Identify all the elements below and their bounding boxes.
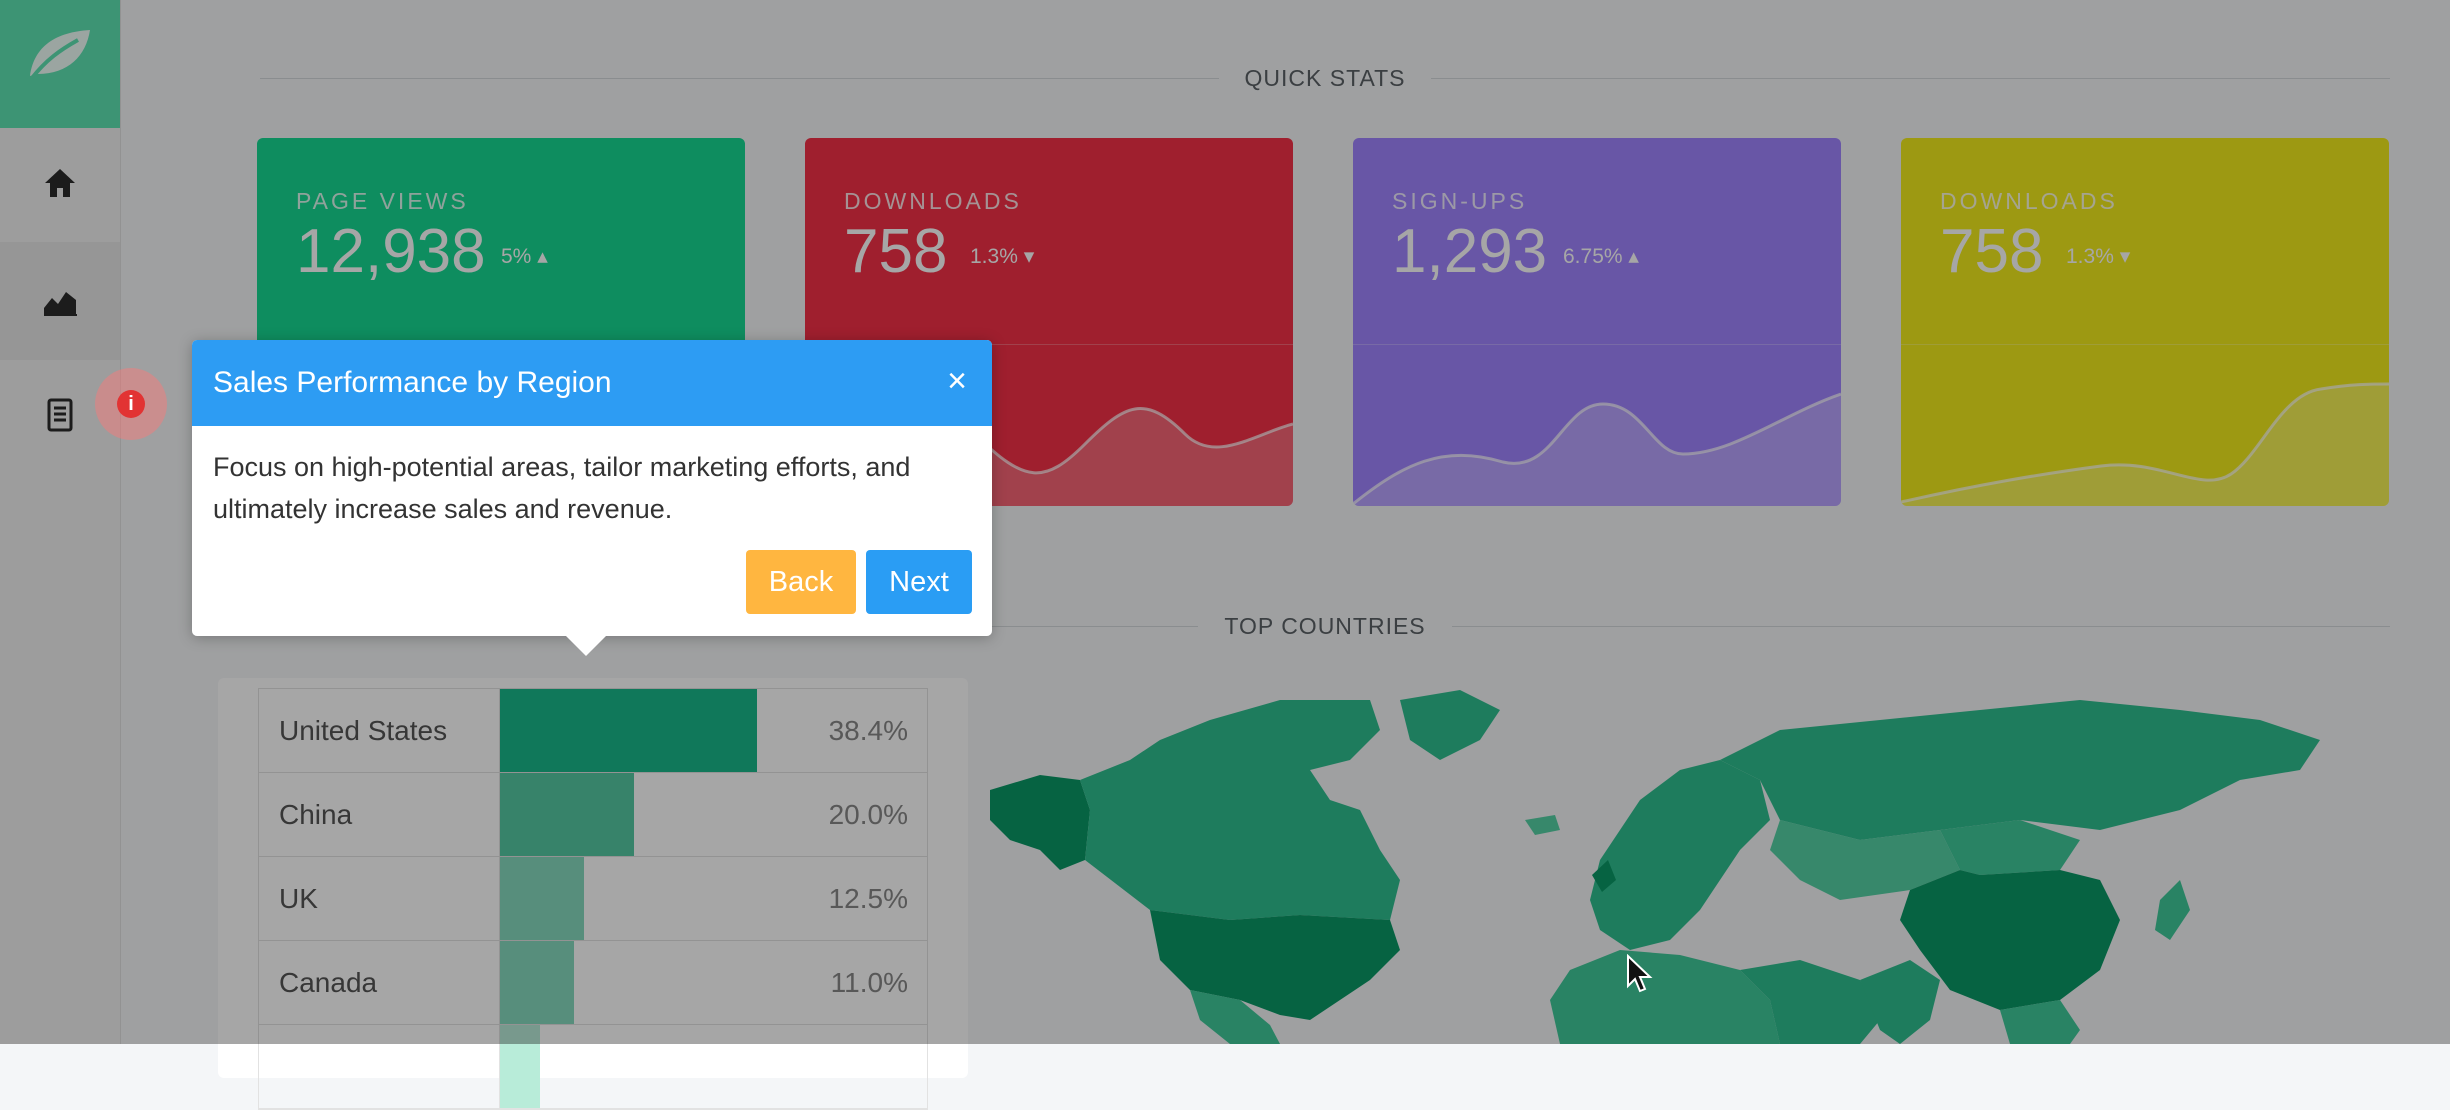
popover-header: Sales Performance by Region ×: [192, 340, 992, 426]
close-icon[interactable]: ×: [940, 364, 974, 398]
next-button[interactable]: Next: [866, 550, 972, 614]
popover-arrow: [564, 634, 608, 656]
popover-title: Sales Performance by Region: [213, 366, 612, 399]
mouse-cursor-icon: [1627, 954, 1653, 993]
back-button[interactable]: Back: [746, 550, 856, 614]
tour-popover: Sales Performance by Region × Focus on h…: [192, 340, 992, 656]
tour-hotspot[interactable]: i: [95, 368, 167, 440]
info-icon: i: [117, 390, 145, 418]
popover-body: Focus on high-potential areas, tailor ma…: [213, 452, 911, 524]
